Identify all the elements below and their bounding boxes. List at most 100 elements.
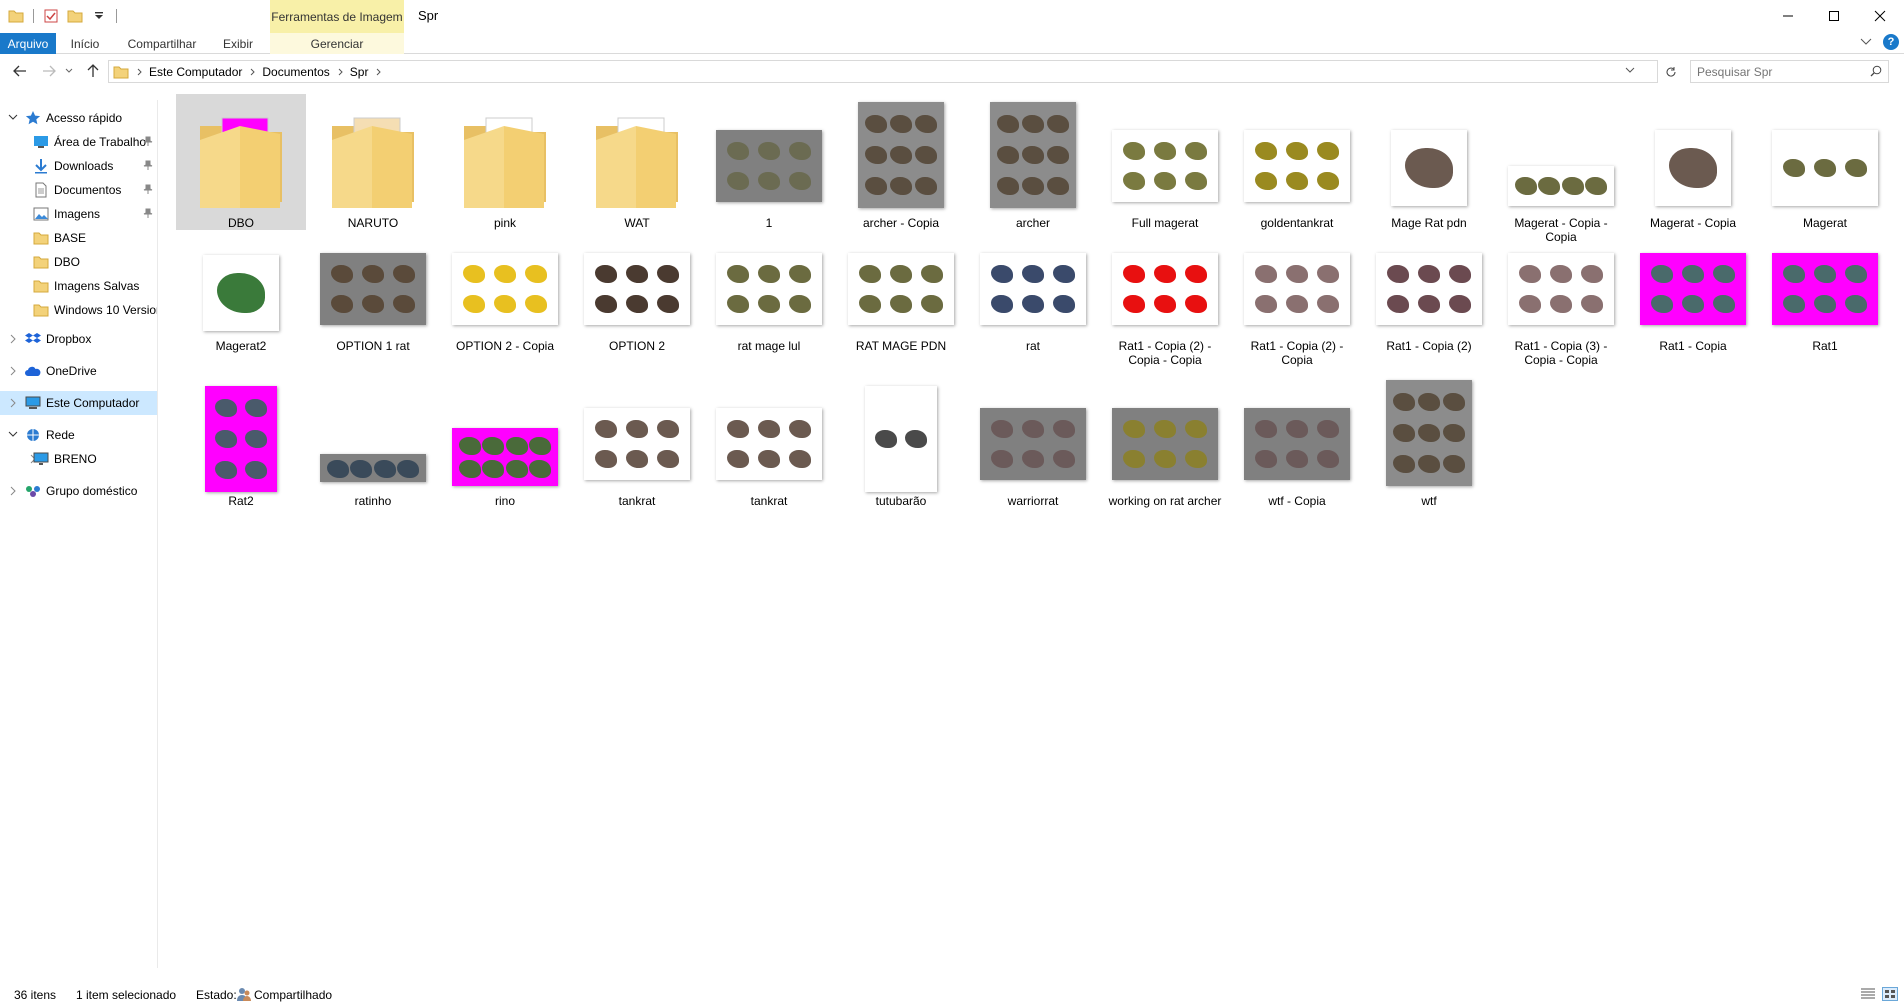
image-file-item[interactable]: tutubarão <box>836 372 966 508</box>
image-file-item[interactable]: Rat1 - Copia (3) - Copia - Copia <box>1496 217 1626 367</box>
search-icon[interactable] <box>1870 65 1882 80</box>
breadcrumb-item[interactable]: Este Computador <box>149 65 242 79</box>
ribbon-expand-icon[interactable] <box>1860 36 1872 50</box>
image-file-item[interactable]: Mage Rat pdn <box>1364 94 1494 230</box>
image-file-item[interactable]: Magerat <box>1760 94 1890 230</box>
image-file-item[interactable]: Rat1 <box>1760 217 1890 353</box>
search-input[interactable] <box>1697 64 1862 79</box>
refresh-button[interactable] <box>1660 60 1682 83</box>
image-file-item[interactable]: tankrat <box>572 372 702 508</box>
image-file-item[interactable]: rat mage lul <box>704 217 834 353</box>
new-folder-icon[interactable] <box>65 6 85 26</box>
sidebar-item-windows-10-version[interactable]: Windows 10 Version <box>0 298 157 322</box>
address-bar[interactable]: Este Computador Documentos Spr <box>108 60 1658 83</box>
up-button[interactable] <box>82 60 104 82</box>
chevron-down-icon[interactable] <box>6 428 20 442</box>
sidebar-item-documentos[interactable]: Documentos <box>0 178 157 202</box>
pin-icon[interactable] <box>143 159 153 173</box>
sidebar-item-base[interactable]: BASE <box>0 226 157 250</box>
sidebar-item-dropbox[interactable]: Dropbox <box>0 327 157 351</box>
tab-exibir[interactable]: Exibir <box>218 33 258 54</box>
image-file-item[interactable]: archer - Copia <box>836 94 966 230</box>
sidebar-item-imagens-salvas[interactable]: Imagens Salvas <box>0 274 157 298</box>
close-button[interactable] <box>1857 0 1903 31</box>
help-icon[interactable]: ? <box>1883 34 1899 50</box>
image-file-item[interactable]: archer <box>968 94 1098 230</box>
image-file-item[interactable]: Rat1 - Copia <box>1628 217 1758 353</box>
image-file-item[interactable]: Magerat - Copia <box>1628 94 1758 230</box>
image-file-item[interactable]: tankrat <box>704 372 834 508</box>
maximize-button[interactable] <box>1811 0 1857 31</box>
tab-compartilhar[interactable]: Compartilhar <box>122 33 202 54</box>
back-button[interactable] <box>9 60 31 82</box>
image-file-item[interactable]: wtf - Copia <box>1232 372 1362 508</box>
breadcrumb-item[interactable]: Spr <box>350 65 369 79</box>
image-file-item[interactable]: Rat1 - Copia (2) - Copia - Copia <box>1100 217 1230 367</box>
image-file-item[interactable]: RAT MAGE PDN <box>836 217 966 353</box>
pin-icon[interactable] <box>143 183 153 197</box>
sidebar-item-breno[interactable]: BRENO <box>0 447 157 471</box>
chevron-right-icon[interactable] <box>6 396 20 410</box>
forward-button[interactable] <box>38 60 60 82</box>
image-file-item[interactable]: rino <box>440 372 570 508</box>
image-file-item[interactable]: OPTION 2 <box>572 217 702 353</box>
image-file-item[interactable]: goldentankrat <box>1232 94 1362 230</box>
tab-in-cio[interactable]: Início <box>66 33 104 54</box>
customize-toolbar-icon[interactable] <box>89 6 109 26</box>
sidebar-item-acesso-rapido[interactable]: Acesso rápido <box>0 106 157 130</box>
image-file-item[interactable]: working on rat archer <box>1100 372 1230 508</box>
chevron-right-icon[interactable] <box>250 65 256 79</box>
sidebar-item-este-computador[interactable]: Este Computador <box>0 391 157 415</box>
recent-locations-button[interactable] <box>62 60 76 82</box>
folder-item[interactable]: WAT <box>572 94 702 230</box>
sprite-figure <box>350 460 373 478</box>
properties-icon[interactable] <box>41 6 61 26</box>
tab-arquivo[interactable]: Arquivo <box>0 33 56 54</box>
chevron-right-icon[interactable] <box>376 65 382 79</box>
image-file-item[interactable]: Rat2 <box>176 372 306 508</box>
sidebar-item-imagens[interactable]: Imagens <box>0 202 157 226</box>
breadcrumb-item[interactable]: Documentos <box>262 65 329 79</box>
chevron-right-icon[interactable] <box>338 65 344 79</box>
image-file-item[interactable]: wtf <box>1364 372 1494 508</box>
chevron-right-icon[interactable] <box>137 65 143 79</box>
search-box[interactable] <box>1690 60 1889 83</box>
folder-item[interactable]: DBO <box>176 94 306 230</box>
image-file-item[interactable]: Magerat2 <box>176 217 306 353</box>
image-file-item[interactable]: OPTION 1 rat <box>308 217 438 353</box>
computer-icon <box>24 395 42 411</box>
folder-item[interactable]: NARUTO <box>308 94 438 230</box>
details-view-button[interactable] <box>1860 987 1876 1001</box>
chevron-down-icon[interactable] <box>6 111 20 125</box>
image-file-item[interactable]: ratinho <box>308 372 438 508</box>
image-file-item[interactable]: warriorrat <box>968 372 1098 508</box>
sidebar-item-rede[interactable]: Rede <box>0 423 157 447</box>
sidebar-item-downloads[interactable]: Downloads <box>0 154 157 178</box>
sprite-figure <box>726 450 749 468</box>
image-file-item[interactable]: Rat1 - Copia (2) <box>1364 217 1494 353</box>
large-icons-view-button[interactable] <box>1882 987 1898 1001</box>
image-file-item[interactable]: 1 <box>704 94 834 230</box>
folder-icon[interactable] <box>6 6 26 26</box>
sidebar-item-area-de-trabalho[interactable]: Área de Trabalho <box>0 130 157 154</box>
chevron-right-icon[interactable] <box>6 364 20 378</box>
chevron-right-icon[interactable] <box>6 332 20 346</box>
image-thumbnail <box>1772 130 1878 206</box>
folder-item[interactable]: pink <box>440 94 570 230</box>
pin-icon[interactable] <box>143 135 153 149</box>
sidebar-item-grupo-domestico[interactable]: Grupo doméstico <box>0 479 157 503</box>
sidebar-item-dbo[interactable]: DBO <box>0 250 157 274</box>
address-dropdown-icon[interactable] <box>1625 64 1635 78</box>
image-file-item[interactable]: OPTION 2 - Copia <box>440 217 570 353</box>
arrow-up-icon <box>87 64 99 77</box>
minimize-button[interactable] <box>1765 0 1811 31</box>
pin-icon[interactable] <box>143 207 153 221</box>
image-file-item[interactable]: rat <box>968 217 1098 353</box>
image-file-item[interactable]: Full magerat <box>1100 94 1230 230</box>
sprite-figure <box>215 461 237 480</box>
image-file-item[interactable]: Rat1 - Copia (2) - Copia <box>1232 217 1362 367</box>
sprite-figure <box>1021 114 1044 133</box>
chevron-right-icon[interactable] <box>6 484 20 498</box>
tab-gerenciar[interactable]: Gerenciar <box>270 33 404 54</box>
sidebar-item-onedrive[interactable]: OneDrive <box>0 359 157 383</box>
